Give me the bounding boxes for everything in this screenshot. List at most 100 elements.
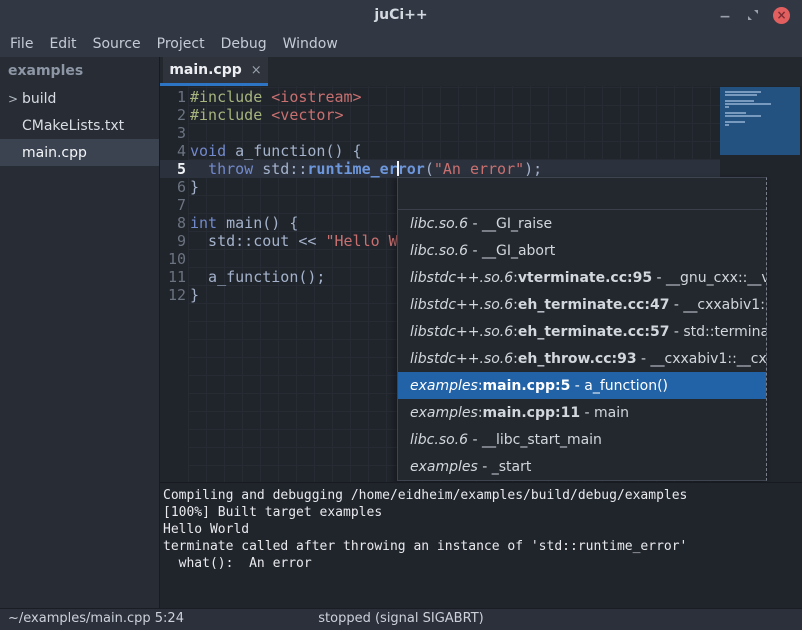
frame-dash: -	[652, 270, 666, 286]
stack-frame[interactable]: examples:main.cpp:5 - a_function()	[398, 372, 766, 399]
frame-module: libstdc++.so.6	[410, 324, 513, 340]
frame-module: libc.so.6	[410, 243, 468, 259]
line-number: 2	[160, 106, 186, 124]
sidebar-item-label: CMakeLists.txt	[22, 118, 124, 134]
stack-frame[interactable]: libstdc++.so.6:eh_terminate.cc:47 - __cx…	[398, 291, 766, 318]
frame-location: main.cpp:11	[483, 405, 581, 421]
stack-trace-popup: libc.so.6 - __GI_raiselibc.so.6 - __GI_a…	[397, 177, 767, 481]
code-line[interactable]: 1#include <iostream>	[160, 88, 802, 106]
line-number: 4	[160, 142, 186, 160]
code-token: void	[190, 142, 226, 160]
frame-dash: -	[669, 297, 683, 313]
tab-label: main.cpp	[169, 62, 241, 78]
minimap-line	[725, 91, 761, 93]
stack-frame[interactable]: examples:main.cpp:11 - main	[398, 399, 766, 426]
code-line[interactable]: 4void a_function() {	[160, 142, 802, 160]
frame-module: examples	[410, 459, 478, 475]
sidebar-item-label: main.cpp	[22, 145, 87, 161]
code-token: }	[190, 286, 199, 304]
project-name-header: examples	[0, 57, 159, 85]
minimap-line	[725, 103, 771, 105]
code-text: #include <vector>	[190, 106, 344, 124]
terminal-line: [100%] Built target examples	[163, 504, 802, 521]
stack-frame[interactable]: libstdc++.so.6:eh_terminate.cc:57 - std:…	[398, 318, 766, 345]
line-number: 7	[160, 196, 186, 214]
menu-item-debug[interactable]: Debug	[221, 36, 267, 52]
restore-icon	[747, 6, 759, 25]
line-number: 10	[160, 250, 186, 268]
stack-frame[interactable]: examples - _start	[398, 453, 766, 480]
frame-location: main.cpp:5	[483, 378, 571, 394]
line-number: 6	[160, 178, 186, 196]
terminal-line: terminate called after throwing an insta…	[163, 538, 802, 555]
code-text: std::cout << "Hello W	[190, 232, 398, 250]
code-text: #include <iostream>	[190, 88, 362, 106]
chevron-right-icon[interactable]: >	[8, 92, 22, 106]
frame-module: examples	[410, 405, 478, 421]
tab-main-cpp[interactable]: main.cpp ×	[163, 57, 268, 83]
line-number: 1	[160, 88, 186, 106]
frame-function: __GI_abort	[482, 243, 555, 259]
sidebar-item-cmakelists-txt[interactable]: CMakeLists.txt	[0, 112, 159, 139]
minimize-button[interactable]: −	[717, 0, 733, 32]
window-title: juCi++	[374, 7, 427, 23]
menu-item-edit[interactable]: Edit	[49, 36, 76, 52]
code-token: std::cout <<	[190, 232, 325, 250]
frame-function: __GI_raise	[482, 216, 552, 232]
stack-frame[interactable]: libc.so.6 - __libc_start_main	[398, 426, 766, 453]
menubar: File Edit Source Project Debug Window	[0, 30, 802, 57]
sidebar-item-build[interactable]: >build	[0, 85, 159, 112]
code-token: );	[524, 160, 542, 178]
frame-dash: -	[468, 243, 482, 259]
code-text: }	[190, 286, 199, 304]
terminal-line: what(): An error	[163, 555, 802, 572]
menu-item-file[interactable]: File	[10, 36, 33, 52]
line-number: 8	[160, 214, 186, 232]
sidebar-item-main-cpp[interactable]: main.cpp	[0, 139, 159, 166]
line-number: 5	[160, 160, 186, 178]
line-number: 3	[160, 124, 186, 142]
close-button[interactable]: ×	[773, 7, 790, 24]
frame-function: __gnu_cxx::__verbose_terminate_handler()	[666, 270, 766, 286]
code-token: int	[190, 214, 217, 232]
frame-module: examples	[410, 378, 478, 394]
line-number: 9	[160, 232, 186, 250]
code-text: void a_function() {	[190, 142, 362, 160]
stack-frame[interactable]: libc.so.6 - __GI_raise	[398, 210, 766, 237]
menu-item-window[interactable]: Window	[283, 36, 338, 52]
code-line[interactable]: 5 throw std::runtime_error("An error");	[160, 160, 802, 178]
terminal-line: Compiling and debugging /home/eidheim/ex…	[163, 487, 802, 504]
stack-frame[interactable]: libstdc++.so.6:vterminate.cc:95 - __gnu_…	[398, 264, 766, 291]
frame-function: a_function()	[584, 378, 668, 394]
menu-item-project[interactable]: Project	[157, 36, 205, 52]
code-text: }	[190, 178, 199, 196]
frame-dash: -	[478, 459, 492, 475]
menu-item-source[interactable]: Source	[93, 36, 141, 52]
code-line[interactable]: 3	[160, 124, 802, 142]
code-token: throw	[208, 160, 253, 178]
code-token: ror	[398, 160, 425, 178]
overview-minimap[interactable]	[720, 87, 800, 155]
frame-function: __cxxabiv1::__terminate(void (*)())	[683, 297, 766, 313]
frame-module: libstdc++.so.6	[410, 270, 513, 286]
code-token: a_function();	[190, 268, 325, 286]
stack-frame[interactable]: libstdc++.so.6:eh_throw.cc:93 - __cxxabi…	[398, 345, 766, 372]
tab-close-icon[interactable]: ×	[251, 64, 262, 77]
minimap-line	[725, 115, 761, 117]
frame-dash: -	[669, 324, 683, 340]
main-pane: main.cpp × 1#include <iostream>2#include…	[160, 57, 802, 608]
restore-button[interactable]	[746, 8, 760, 22]
line-number: 12	[160, 286, 186, 304]
code-editor[interactable]: 1#include <iostream>2#include <vector>34…	[160, 86, 802, 482]
content: examples >build CMakeLists.txt main.cpp ma…	[0, 57, 802, 608]
code-line[interactable]: 2#include <vector>	[160, 106, 802, 124]
code-token	[190, 160, 208, 178]
terminal-output[interactable]: Compiling and debugging /home/eidheim/ex…	[160, 482, 802, 608]
frame-function: __cxxabiv1::__cxa_throw	[651, 351, 766, 367]
code-text: throw std::runtime_error("An error");	[190, 160, 542, 178]
frame-function: std::terminate()	[683, 324, 766, 340]
frame-module: libc.so.6	[410, 216, 468, 232]
stack-frame[interactable]: libc.so.6 - __GI_abort	[398, 237, 766, 264]
frame-dash: -	[570, 378, 584, 394]
window-controls: − ×	[717, 0, 790, 30]
